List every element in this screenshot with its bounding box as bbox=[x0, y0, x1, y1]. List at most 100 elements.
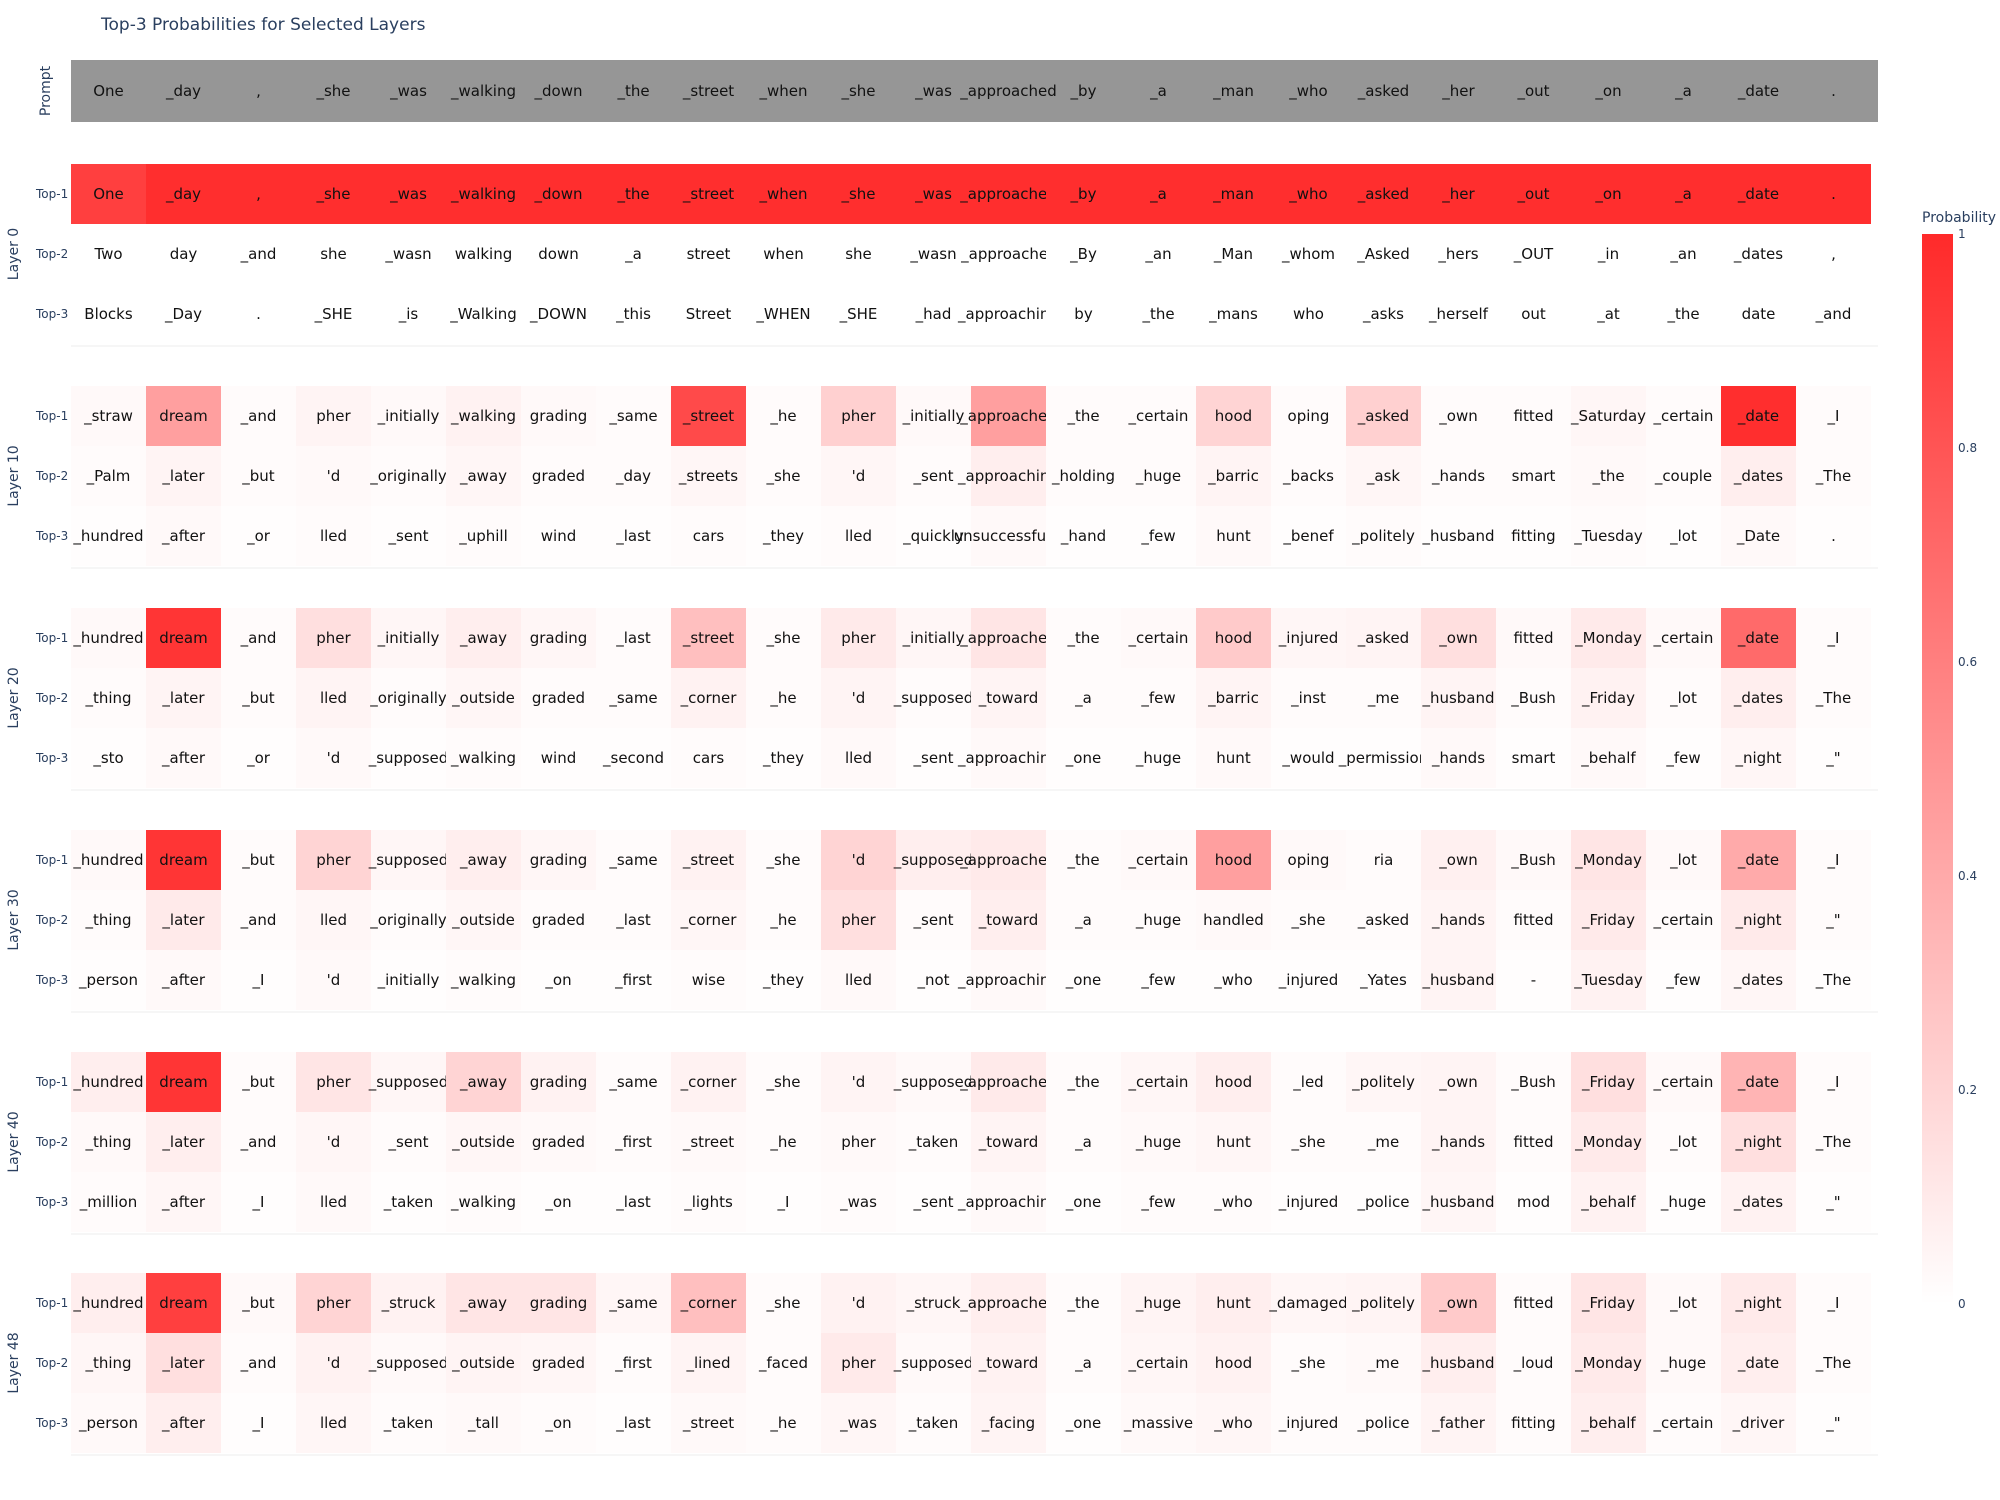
prompt-token: , bbox=[256, 82, 261, 100]
cell-token: _husband bbox=[1421, 527, 1494, 546]
cell-token: _taken bbox=[383, 1414, 433, 1433]
cell-token: _lined bbox=[685, 1354, 730, 1373]
cell-token: _hundred bbox=[72, 1073, 143, 1092]
cell-token: out bbox=[1521, 305, 1546, 323]
cell-token: oping bbox=[1288, 851, 1330, 869]
cell-token: _night bbox=[1734, 911, 1781, 930]
cell-token: _outside bbox=[451, 911, 515, 930]
cell-token: _DOWN bbox=[529, 305, 587, 324]
cell-token: . bbox=[256, 305, 261, 323]
colorbar-tick: 0.8 bbox=[1958, 441, 1977, 455]
cell-token: _night bbox=[1734, 1294, 1781, 1313]
cell-token: _street bbox=[682, 1133, 734, 1152]
cell-token: _damaged bbox=[1268, 1294, 1347, 1313]
cell-token: fitted bbox=[1514, 407, 1554, 425]
cell-token: _hands bbox=[1431, 467, 1485, 486]
cell-token: _dates bbox=[1733, 689, 1783, 708]
cell-token: pher bbox=[841, 911, 876, 929]
cell-token: _certain bbox=[1653, 629, 1714, 648]
rank-label: Top-3 bbox=[35, 1416, 68, 1430]
cell-token: _out bbox=[1516, 185, 1549, 204]
cell-token: graded bbox=[532, 1354, 585, 1372]
cell-token: _away bbox=[459, 1294, 507, 1313]
cell-token: _approached bbox=[959, 851, 1056, 870]
cell-token: _facing bbox=[981, 1414, 1035, 1433]
cell-token: _Monday bbox=[1574, 1133, 1642, 1152]
cell-token: _Palm bbox=[86, 467, 131, 486]
cell-token: _own bbox=[1438, 629, 1477, 648]
prompt-token: _down bbox=[534, 82, 583, 101]
cell-token: _lot bbox=[1669, 851, 1697, 870]
cell-token: down bbox=[538, 245, 578, 263]
cell-token: _approaching bbox=[957, 1193, 1059, 1212]
cell-token: _husband bbox=[1421, 971, 1494, 990]
cell-token: _injured bbox=[1278, 629, 1338, 648]
cell-token: 'd bbox=[852, 1073, 866, 1091]
cell-token: _night bbox=[1734, 749, 1781, 768]
cell-token: _driver bbox=[1732, 1414, 1785, 1433]
cell-token: _herself bbox=[1428, 305, 1489, 324]
cell-token: she bbox=[320, 245, 347, 263]
colorbar-tick: 0 bbox=[1958, 1297, 1966, 1311]
cell-token: street bbox=[687, 245, 731, 263]
cell-token: _" bbox=[1825, 911, 1840, 930]
cell-token: _me bbox=[1367, 689, 1399, 708]
cell-token: _away bbox=[459, 1073, 507, 1092]
cell-token: _she bbox=[765, 467, 800, 486]
cell-token: pher bbox=[841, 629, 876, 647]
cell-token: _last bbox=[615, 1414, 651, 1433]
cell-token: _who bbox=[1213, 971, 1252, 990]
cell-token: _later bbox=[161, 689, 205, 708]
cell-token: _permission bbox=[1338, 749, 1428, 768]
cell-token: _dates bbox=[1733, 245, 1783, 264]
cell-token: _supposed bbox=[368, 749, 449, 768]
cell-token: _certain bbox=[1653, 1073, 1714, 1092]
cell-token: _on bbox=[1594, 185, 1621, 204]
cell-token: _own bbox=[1438, 407, 1477, 426]
cell-token: _supposed bbox=[368, 851, 449, 870]
cell-token: _walking bbox=[450, 407, 516, 426]
cell-token: _led bbox=[1292, 1073, 1323, 1092]
cell-token: _second bbox=[602, 749, 664, 768]
cell-token: _I bbox=[1827, 1294, 1840, 1313]
cell-token: _WHEN bbox=[755, 305, 810, 324]
cell-token: _would bbox=[1281, 749, 1334, 768]
rank-label: Top-2 bbox=[35, 913, 68, 927]
cell-token: lled bbox=[320, 689, 347, 707]
cell-token: _person bbox=[78, 1414, 138, 1433]
cell-token: _the bbox=[1066, 1294, 1099, 1313]
cell-token: _The bbox=[1815, 467, 1851, 486]
prompt-token: _was bbox=[914, 82, 952, 101]
cell-token: pher bbox=[316, 629, 351, 647]
prompt-token: _who bbox=[1288, 82, 1327, 101]
cell-token: _taken bbox=[908, 1414, 958, 1433]
cell-token: _was bbox=[839, 1193, 877, 1212]
rank-label: Top-1 bbox=[35, 1075, 68, 1089]
cell-token: _originally bbox=[369, 911, 447, 930]
cell-token: Street bbox=[686, 305, 732, 323]
cell-token: . bbox=[1831, 527, 1836, 545]
cell-token: _date bbox=[1737, 407, 1779, 426]
prompt-token: _by bbox=[1070, 82, 1097, 101]
cell-token: _a bbox=[1074, 1354, 1092, 1373]
cell-token: _street bbox=[682, 629, 734, 648]
cell-token: _Man bbox=[1213, 245, 1253, 264]
cell-token: 'd bbox=[327, 749, 341, 767]
prompt-token: _the bbox=[616, 82, 649, 101]
cell-token: _struck bbox=[381, 1294, 436, 1313]
cell-token: _Monday bbox=[1574, 629, 1642, 648]
cell-token: _a bbox=[1674, 185, 1692, 204]
cell-token: _an bbox=[1669, 245, 1696, 264]
cell-token: _Friday bbox=[1581, 911, 1635, 930]
cell-token: _The bbox=[1815, 689, 1851, 708]
cell-token: _whom bbox=[1281, 245, 1335, 264]
cell-token: _injured bbox=[1278, 1414, 1338, 1433]
cell-token: _toward bbox=[978, 689, 1038, 708]
cell-token: _struck bbox=[906, 1294, 961, 1313]
rank-label: Top-1 bbox=[35, 187, 68, 201]
cell-token: _tall bbox=[467, 1414, 499, 1433]
cell-token: _taken bbox=[383, 1193, 433, 1212]
heatmap-cells: One _day, _she _was _walking _down _the _street… bbox=[71, 60, 1878, 1456]
rank-label: Top-2 bbox=[35, 1356, 68, 1370]
layer-label: Layer 48 bbox=[6, 1332, 22, 1393]
